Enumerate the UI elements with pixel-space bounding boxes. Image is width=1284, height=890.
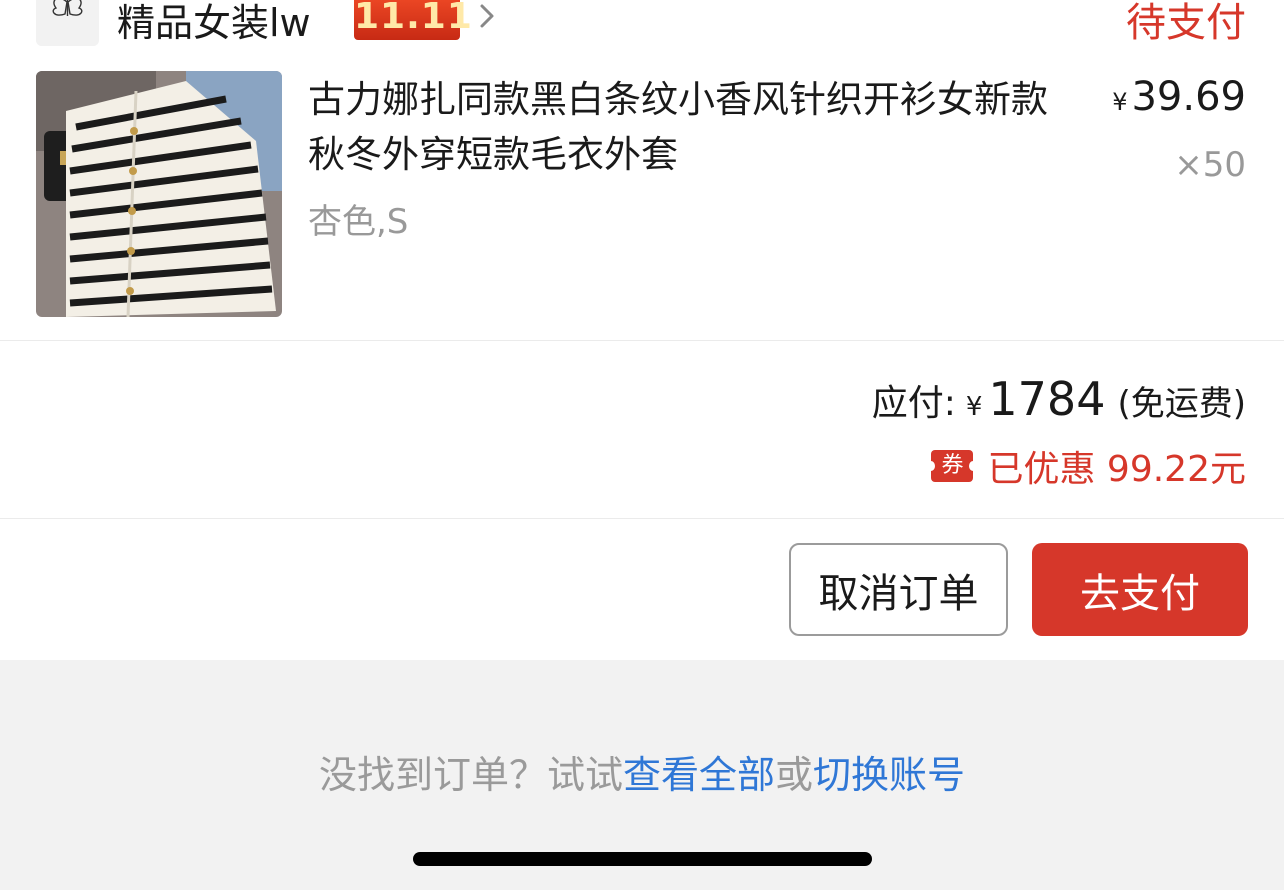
- cancel-order-button[interactable]: 取消订单: [789, 543, 1008, 636]
- shop-name[interactable]: 精品女装lw: [117, 0, 311, 47]
- payable-label: 应付:: [871, 383, 956, 424]
- shop-logo[interactable]: [36, 0, 99, 46]
- order-status: 待支付: [1126, 0, 1246, 46]
- product-sku: 杏色,S: [308, 202, 409, 242]
- butterfly-logo-icon: [36, 0, 99, 46]
- discount-text: 已优惠 99.22元: [987, 449, 1246, 490]
- promo-badge-1111: 11.11: [354, 0, 472, 40]
- pay-button[interactable]: 去支付: [1032, 543, 1248, 636]
- coupon-icon: 券: [927, 450, 978, 482]
- discount-info: 券 已优惠 99.22元: [927, 440, 1246, 492]
- payable-currency: ¥: [965, 392, 983, 422]
- payable-amount: 1784: [988, 372, 1106, 426]
- view-all-link[interactable]: 查看全部: [623, 753, 775, 797]
- payable-total: 应付: ¥ 1784 (免运费): [872, 372, 1246, 426]
- not-found-hint: 没找到订单？试试查看全部或切换账号: [0, 744, 1284, 799]
- order-card: 精品女装lw 11.11 待支付 古力娜扎同款黑白条纹小香风针织开衫女新款秋冬外…: [0, 0, 1284, 660]
- divider: [0, 340, 1284, 341]
- hint-prefix: 没找到订单？试试: [318, 753, 623, 797]
- product-image[interactable]: [36, 71, 282, 317]
- price-value: 39.69: [1131, 74, 1246, 120]
- product-quantity: ×50: [1174, 145, 1246, 185]
- product-price: ¥39.69: [1112, 74, 1246, 120]
- striped-cardigan-image: [36, 71, 282, 317]
- switch-account-link[interactable]: 切换账号: [813, 753, 965, 797]
- chevron-right-icon[interactable]: [476, 0, 498, 34]
- home-indicator[interactable]: [413, 852, 872, 866]
- divider: [0, 518, 1284, 519]
- price-currency: ¥: [1112, 88, 1128, 116]
- shipping-note: (免运费): [1117, 384, 1246, 424]
- product-title[interactable]: 古力娜扎同款黑白条纹小香风针织开衫女新款秋冬外穿短款毛衣外套: [308, 72, 1068, 182]
- hint-or: 或: [775, 753, 814, 797]
